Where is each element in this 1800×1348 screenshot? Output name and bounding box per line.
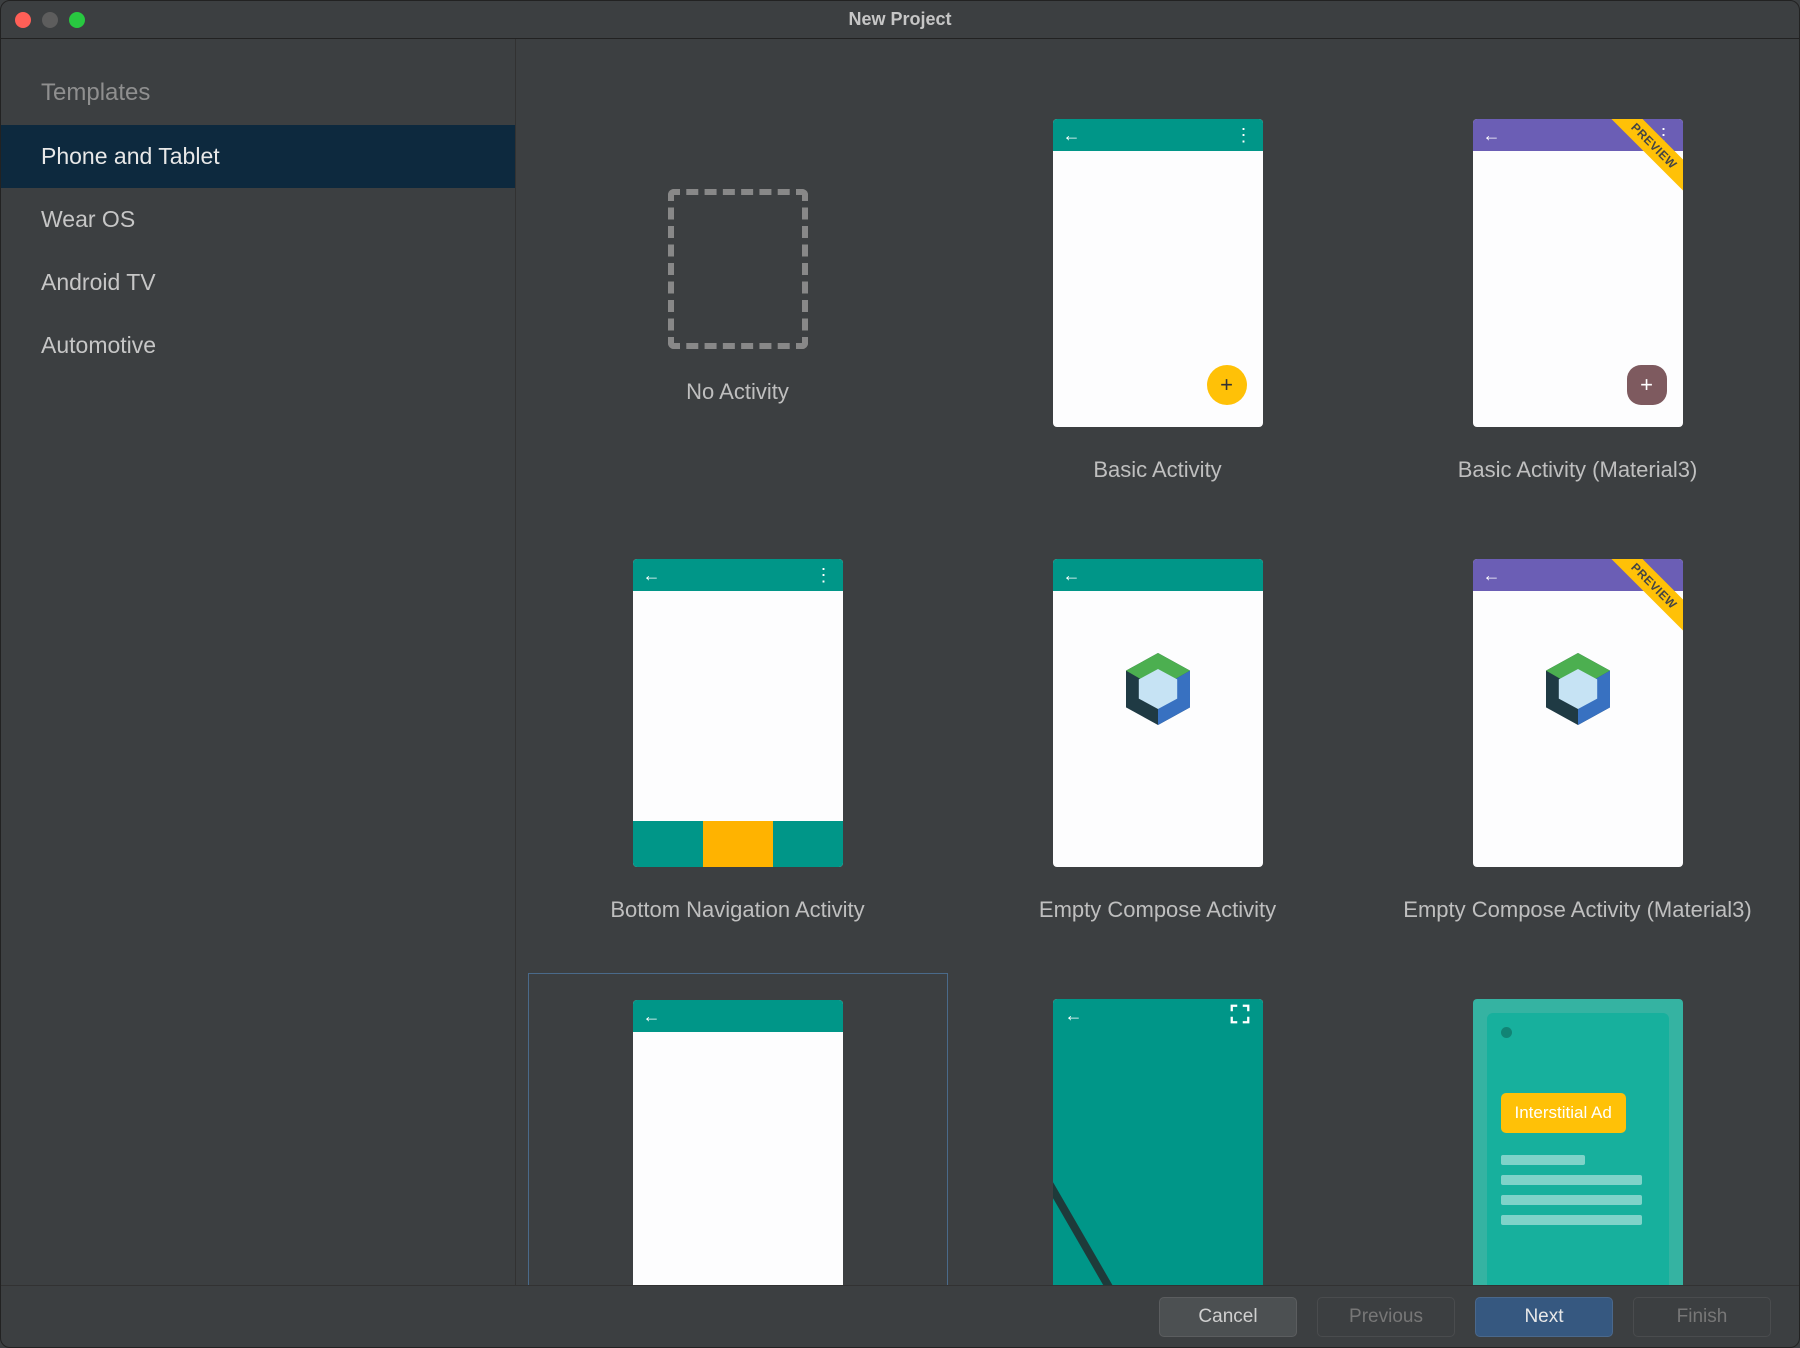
- back-arrow-icon: ←: [643, 566, 661, 584]
- template-tile-selected[interactable]: ←: [528, 973, 948, 1285]
- template-label: Empty Compose Activity: [1039, 897, 1276, 923]
- button-label: Next: [1524, 1306, 1563, 1328]
- overflow-menu-icon: ⋮: [1235, 126, 1253, 144]
- button-label: Previous: [1349, 1306, 1423, 1328]
- template-tile-fullscreen[interactable]: ←: [948, 973, 1368, 1285]
- sidebar-item-phone-tablet[interactable]: Phone and Tablet: [1, 125, 515, 188]
- titlebar: New Project: [1, 1, 1799, 39]
- dialog-footer: Cancel Previous Next Finish: [1, 1285, 1799, 1347]
- overflow-menu-icon: ⋮: [815, 566, 833, 584]
- template-gallery: No Activity ← ⋮ + Basic Activity: [516, 39, 1799, 1285]
- back-arrow-icon: ←: [1065, 1006, 1083, 1024]
- cancel-button[interactable]: Cancel: [1159, 1297, 1297, 1337]
- back-arrow-icon: ←: [1063, 126, 1081, 144]
- template-label: Basic Activity (Material3): [1458, 457, 1698, 483]
- back-arrow-icon: ←: [643, 1007, 661, 1025]
- back-arrow-icon: ←: [1483, 126, 1501, 144]
- template-label: Empty Compose Activity (Material3): [1403, 897, 1751, 923]
- template-label: No Activity: [686, 379, 789, 405]
- template-tile-empty-compose-m3[interactable]: ← PREVIEW Empty: [1368, 533, 1788, 973]
- fullscreen-icon: [1229, 1003, 1251, 1028]
- window-controls: [15, 12, 85, 28]
- template-tile-empty-compose[interactable]: ← Empty Compose Activity: [948, 533, 1368, 973]
- next-button[interactable]: Next: [1475, 1297, 1613, 1337]
- window-title: New Project: [1, 9, 1799, 30]
- appbar: ←: [633, 1000, 843, 1032]
- sidebar-item-android-tv[interactable]: Android TV: [1, 251, 515, 314]
- placeholder-lines: [1501, 1155, 1655, 1225]
- sidebar-item-label: Wear OS: [41, 206, 135, 232]
- sidebar-item-label: Automotive: [41, 332, 156, 358]
- maximize-window-button[interactable]: [69, 12, 85, 28]
- ad-preview: Interstitial Ad: [1487, 1013, 1669, 1285]
- template-tile-basic-activity[interactable]: ← ⋮ + Basic Activity: [948, 93, 1368, 533]
- finish-button[interactable]: Finish: [1633, 1297, 1771, 1337]
- template-thumbnail: ←: [1053, 999, 1263, 1285]
- fullscreen-preview: ←: [1053, 999, 1263, 1285]
- template-thumbnail: ←: [1053, 559, 1263, 867]
- back-arrow-icon: ←: [1063, 566, 1081, 584]
- appbar: ←: [1053, 559, 1263, 591]
- template-tile-ad[interactable]: Interstitial Ad: [1368, 973, 1788, 1285]
- sidebar-item-label: Android TV: [41, 269, 156, 295]
- button-label: Cancel: [1198, 1306, 1257, 1328]
- fab-add-icon: +: [1207, 365, 1247, 405]
- sidebar-item-wear-os[interactable]: Wear OS: [1, 188, 515, 251]
- template-grid: No Activity ← ⋮ + Basic Activity: [516, 39, 1799, 1285]
- bottom-nav-bar: [633, 821, 843, 867]
- back-arrow-icon: ←: [1483, 566, 1501, 584]
- ad-button-label: Interstitial Ad: [1501, 1093, 1626, 1133]
- template-thumbnail: ← ⋮ +: [1053, 119, 1263, 427]
- button-label: Finish: [1677, 1306, 1728, 1328]
- jetpack-compose-icon: [1053, 649, 1263, 729]
- template-label: Bottom Navigation Activity: [610, 897, 864, 923]
- close-window-button[interactable]: [15, 12, 31, 28]
- sidebar-header: Templates: [1, 61, 515, 125]
- dialog-body: Templates Phone and Tablet Wear OS Andro…: [1, 39, 1799, 1285]
- previous-button[interactable]: Previous: [1317, 1297, 1455, 1337]
- template-tile-basic-activity-m3[interactable]: ← ⋮ + PREVIEW Basic Activity (Material3): [1368, 93, 1788, 533]
- template-tile-bottom-navigation[interactable]: ← ⋮ Bottom Navigation Activity: [528, 533, 948, 973]
- fab-add-icon: +: [1627, 365, 1667, 405]
- new-project-window: New Project Templates Phone and Tablet W…: [0, 0, 1800, 1348]
- minimize-window-button[interactable]: [42, 12, 58, 28]
- template-thumbnail: ← ⋮ + PREVIEW: [1473, 119, 1683, 427]
- sidebar-item-label: Phone and Tablet: [41, 143, 220, 169]
- camera-dot-icon: [1501, 1027, 1512, 1038]
- template-thumbnail: ← PREVIEW: [1473, 559, 1683, 867]
- template-thumbnail: Interstitial Ad: [1473, 999, 1683, 1285]
- template-label: Basic Activity: [1093, 457, 1221, 483]
- template-tile-no-activity[interactable]: No Activity: [528, 93, 948, 533]
- empty-placeholder-icon: [668, 189, 808, 349]
- template-thumbnail: ← ⋮: [633, 559, 843, 867]
- appbar: ← ⋮: [633, 559, 843, 591]
- sidebar: Templates Phone and Tablet Wear OS Andro…: [1, 39, 516, 1285]
- jetpack-compose-icon: [1473, 649, 1683, 729]
- appbar: ← ⋮: [1053, 119, 1263, 151]
- sidebar-item-automotive[interactable]: Automotive: [1, 314, 515, 377]
- template-thumbnail: ←: [633, 1000, 843, 1285]
